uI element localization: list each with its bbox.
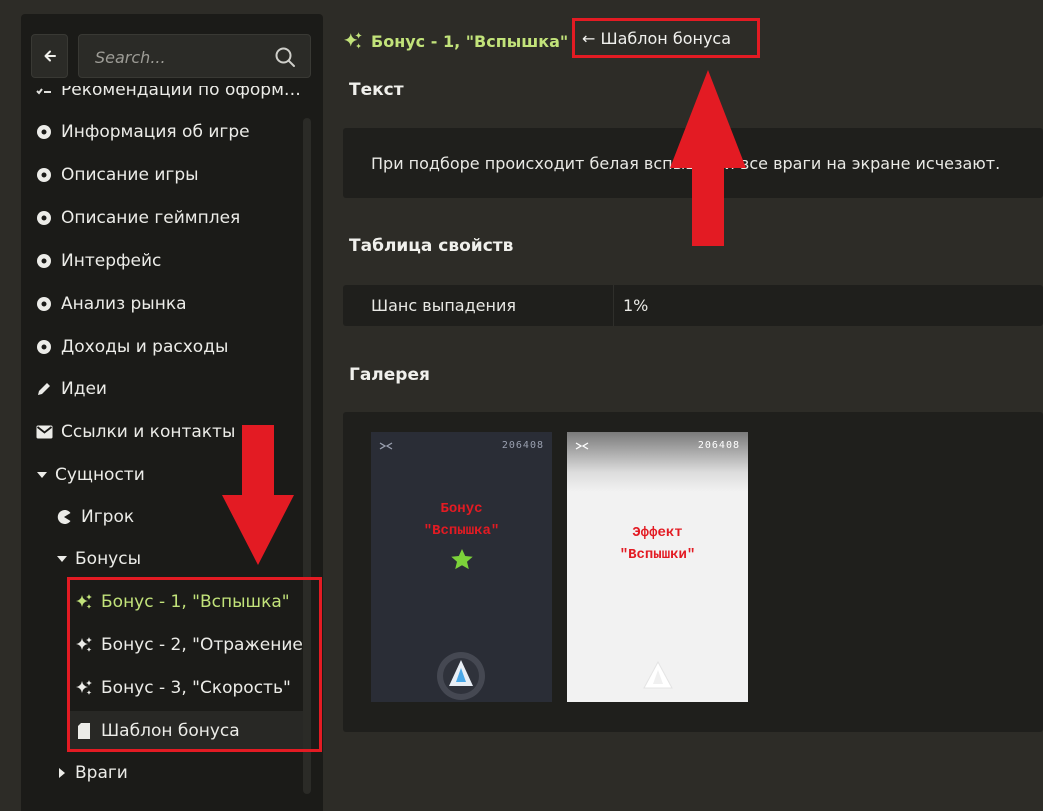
template-annotation-text: ← Шаблон бонуса [582, 28, 732, 48]
star-bonus-icon [451, 549, 473, 570]
envelope-icon [35, 423, 53, 441]
sparkles-icon [344, 32, 362, 49]
sidebar-item-label: Бонусы [75, 549, 142, 569]
back-button[interactable] [31, 34, 68, 78]
sidebar-item-game-description[interactable]: Описание игры [35, 155, 311, 195]
circle-dot-icon [35, 166, 53, 184]
sidebar-item-label: Ссылки и контакты [61, 422, 236, 442]
game-score: 206408 [501, 440, 544, 451]
sidebar-item-label: Идеи [61, 379, 107, 399]
x-mark-icon [379, 442, 393, 450]
pacman-icon [55, 508, 73, 526]
props-section-heading: Таблица свойств [349, 236, 514, 256]
arrow-left-icon [44, 50, 56, 62]
sidebar-item-enemies[interactable]: Враги [55, 753, 311, 793]
spaceship-icon [437, 652, 485, 700]
prop-divider [613, 285, 614, 326]
sidebar-item-label: Анализ рынка [61, 294, 187, 314]
sidebar-item-recommendations[interactable]: Рекомендации по оформ… [35, 86, 311, 110]
prop-key: Шанс выпадения [371, 296, 516, 315]
search-icon[interactable] [274, 46, 296, 68]
prop-value: 1% [623, 296, 649, 315]
search-input[interactable] [93, 35, 277, 79]
annotation-arrow-down [222, 425, 294, 565]
sidebar-item-label: Описание геймплея [61, 208, 241, 228]
sidebar-selection-annotation [67, 577, 322, 752]
x-mark-icon [575, 442, 589, 450]
text-section-heading: Текст [349, 80, 404, 100]
search-box[interactable] [78, 34, 311, 79]
template-annotation: ← Шаблон бонуса [572, 18, 760, 58]
sidebar-item-label: Враги [75, 763, 128, 783]
circle-dot-icon [35, 338, 53, 356]
checklist-icon [35, 86, 53, 99]
sidebar-item-interface[interactable]: Интерфейс [35, 241, 311, 281]
game-score: 206408 [697, 440, 740, 451]
circle-dot-icon [35, 209, 53, 227]
sidebar-item-game-info[interactable]: Информация об игре [35, 112, 311, 152]
caret-right-icon[interactable] [55, 768, 69, 778]
main-content: Бонус - 1, "Вспышка" ← Шаблон бонуса Тек… [343, 0, 1043, 811]
sidebar-item-income-expenses[interactable]: Доходы и расходы [35, 327, 311, 367]
circle-dot-icon [35, 123, 53, 141]
sidebar-item-gameplay-description[interactable]: Описание геймплея [35, 198, 311, 238]
sidebar-item-label: Игрок [81, 507, 135, 527]
caption-line: Эффект [632, 525, 683, 541]
gallery-caption: Бонус "Вспышка" [371, 498, 552, 542]
pencil-icon [35, 380, 53, 398]
gallery-section-heading: Галерея [349, 365, 430, 385]
gallery-panel: 206408 Бонус "Вспышка" 206408 Эффект "Вс… [343, 412, 1043, 732]
caret-down-icon[interactable] [35, 472, 49, 478]
caption-line: "Вспышки" [619, 547, 696, 563]
caption-line: "Вспышка" [423, 523, 500, 539]
gallery-caption: Эффект "Вспышки" [567, 522, 748, 566]
sidebar-item-market-analysis[interactable]: Анализ рынка [35, 284, 311, 324]
caption-line: Бонус [440, 501, 483, 517]
circle-dot-icon [35, 252, 53, 270]
spaceship-icon [643, 660, 673, 689]
sidebar-item-label: Описание игры [61, 165, 199, 185]
sidebar-item-label: Сущности [55, 465, 145, 485]
sidebar-item-label: Доходы и расходы [61, 337, 229, 357]
sidebar-item-ideas[interactable]: Идеи [35, 369, 311, 409]
sidebar-item-label: Рекомендации по оформ… [61, 86, 301, 100]
annotation-arrow-up [670, 70, 746, 246]
caret-down-icon[interactable] [55, 556, 69, 562]
props-table-row: Шанс выпадения 1% [343, 285, 1043, 326]
circle-dot-icon [35, 295, 53, 313]
sidebar-item-label: Информация об игре [61, 122, 250, 142]
page-title: Бонус - 1, "Вспышка" [371, 31, 569, 51]
gallery-image-flash-effect[interactable]: 206408 Эффект "Вспышки" [567, 432, 748, 702]
gallery-image-bonus[interactable]: 206408 Бонус "Вспышка" [371, 432, 552, 702]
sidebar-item-label: Интерфейс [61, 251, 162, 271]
